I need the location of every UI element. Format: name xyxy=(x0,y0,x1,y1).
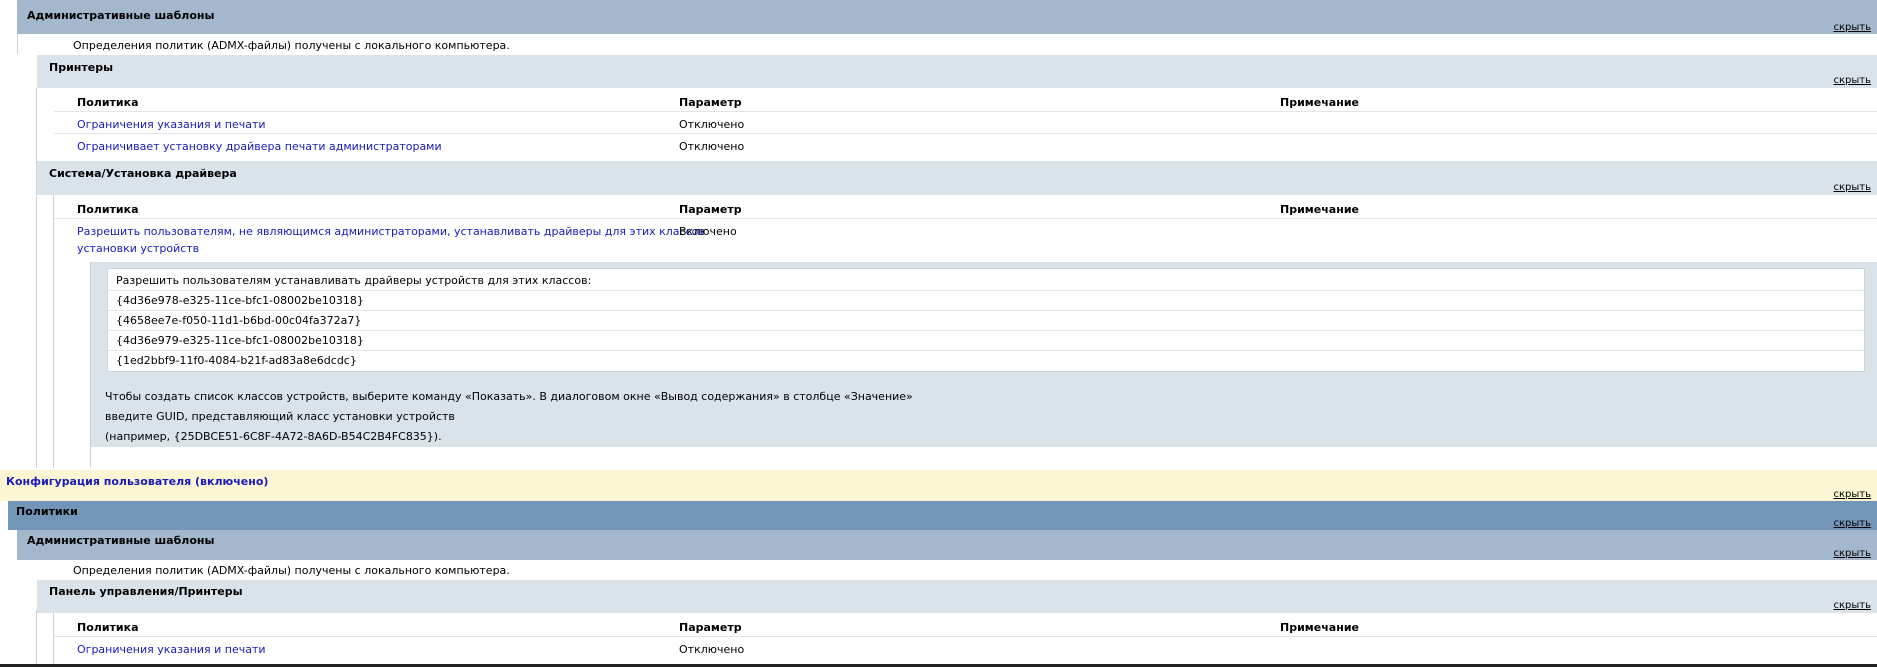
guid-divider xyxy=(108,310,1864,311)
header-divider xyxy=(54,111,1877,112)
indent-line xyxy=(36,610,37,667)
column-header-setting: Параметр xyxy=(679,96,742,109)
policy-setting: Включено xyxy=(679,225,737,238)
help-text-line1: Чтобы создать список классов устройств, … xyxy=(105,390,913,403)
user-admin-templates-header: Административные шаблоны скрыть xyxy=(17,530,1877,560)
guid-list-divider xyxy=(108,290,1864,291)
user-admin-templates-hide-link[interactable]: скрыть xyxy=(1834,548,1872,559)
user-config-hide-link[interactable]: скрыть xyxy=(1834,489,1872,500)
guid-value: {4d36e979-e325-11ce-bfc1-08002be10318} xyxy=(116,334,364,347)
printers-title: Принтеры xyxy=(49,61,114,74)
guid-value: {4658ee7e-f050-11d1-b6bd-00c04fa372a7} xyxy=(116,314,362,327)
user-config-title[interactable]: Конфигурация пользователя (включено) xyxy=(6,475,268,488)
policy-link[interactable]: Ограничения указания и печати xyxy=(77,643,266,656)
header-divider xyxy=(54,218,1877,219)
indent-line xyxy=(17,34,18,54)
policy-link[interactable]: Ограничения указания и печати xyxy=(77,118,266,131)
driver-install-title: Система/Установка драйвера xyxy=(49,167,237,180)
indent-line xyxy=(36,88,37,468)
guid-list-header: Разрешить пользователям устанавливать др… xyxy=(116,274,592,287)
policy-link-continued[interactable]: установки устройств xyxy=(77,242,199,255)
user-admin-templates-note: Определения политик (ADMX-файлы) получен… xyxy=(73,564,510,577)
policy-detail-panel: Разрешить пользователям устанавливать др… xyxy=(91,262,1877,447)
column-header-comment: Примечание xyxy=(1280,96,1359,109)
user-admin-templates-title: Административные шаблоны xyxy=(27,534,215,547)
guid-value: {1ed2bbf9-11f0-4084-b21f-ad83a8e6dcdc} xyxy=(116,354,357,367)
guid-divider xyxy=(108,350,1864,351)
policies-hide-link[interactable]: скрыть xyxy=(1834,518,1872,529)
policies-header: Политики скрыть xyxy=(8,501,1877,530)
column-header-policy: Политика xyxy=(77,203,139,216)
guid-list-box: Разрешить пользователям устанавливать др… xyxy=(107,268,1865,372)
help-text-line2: введите GUID, представляющий класс устан… xyxy=(105,410,455,423)
admin-templates-note: Определения политик (ADMX-файлы) получен… xyxy=(73,39,510,52)
policy-link[interactable]: Ограничивает установку драйвера печати а… xyxy=(77,140,442,153)
user-config-header: Конфигурация пользователя (включено) скр… xyxy=(0,470,1877,501)
admin-templates-header: Административные шаблоны скрыть xyxy=(17,0,1877,34)
policy-setting: Отключено xyxy=(679,118,745,131)
policies-title: Политики xyxy=(16,505,78,518)
help-text-line3: (например, {25DBCE51-6C8F-4A72-8A6D-B54C… xyxy=(105,430,442,443)
driver-install-hide-link[interactable]: скрыть xyxy=(1834,182,1872,193)
policy-link[interactable]: Разрешить пользователям, не являющимся а… xyxy=(77,225,705,238)
admin-templates-title: Административные шаблоны xyxy=(27,9,215,22)
column-header-policy: Политика xyxy=(77,96,139,109)
admin-templates-hide-link[interactable]: скрыть xyxy=(1834,22,1872,33)
column-header-policy: Политика xyxy=(77,621,139,634)
cp-printers-hide-link[interactable]: скрыть xyxy=(1834,600,1872,611)
guid-value: {4d36e978-e325-11ce-bfc1-08002be10318} xyxy=(116,294,364,307)
row-divider xyxy=(54,133,1877,134)
policy-setting: Отключено xyxy=(679,643,745,656)
indent-line xyxy=(53,195,54,468)
header-divider xyxy=(54,636,1877,637)
column-header-comment: Примечание xyxy=(1280,621,1359,634)
column-header-setting: Параметр xyxy=(679,621,742,634)
policy-setting: Отключено xyxy=(679,140,745,153)
driver-install-header: Система/Установка драйвера скрыть xyxy=(37,161,1877,195)
cp-printers-header: Панель управления/Принтеры скрыть xyxy=(37,580,1877,613)
cp-printers-title: Панель управления/Принтеры xyxy=(49,585,243,598)
guid-divider xyxy=(108,330,1864,331)
printers-header: Принтеры скрыть xyxy=(37,55,1877,88)
column-header-comment: Примечание xyxy=(1280,203,1359,216)
column-header-setting: Параметр xyxy=(679,203,742,216)
printers-hide-link[interactable]: скрыть xyxy=(1834,75,1872,86)
indent-line xyxy=(53,613,54,667)
